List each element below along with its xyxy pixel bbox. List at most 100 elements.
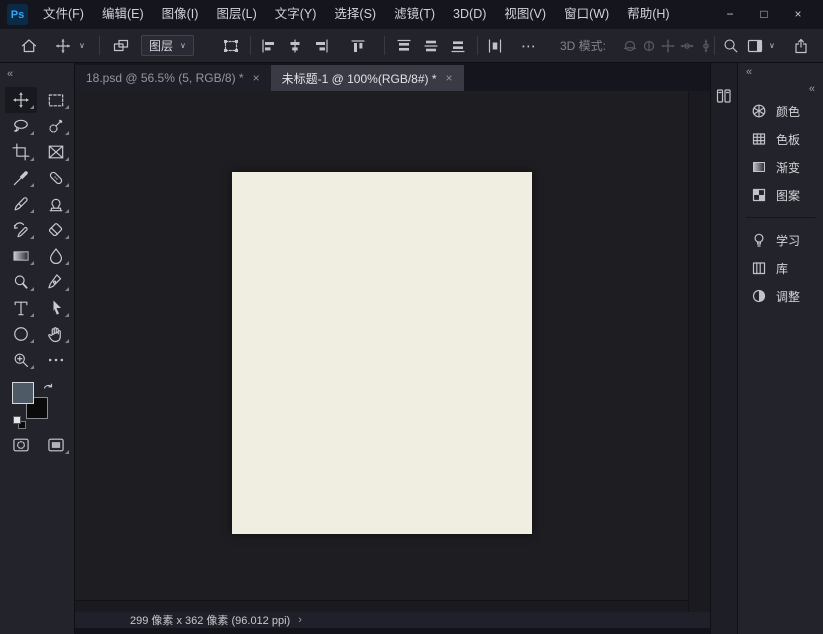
eraser-tool[interactable]: [40, 217, 72, 243]
tool-preset-chevron-icon[interactable]: ∨: [79, 29, 85, 62]
panel-item-gradients[interactable]: 渐变: [738, 153, 823, 181]
zoom-tool-icon: [14, 353, 29, 368]
panel-item-learn[interactable]: 学习: [738, 226, 823, 254]
dock-collapse-chevrons-icon[interactable]: «: [738, 63, 823, 80]
spot-healing-brush-tool[interactable]: [40, 165, 72, 191]
horizontal-scrollbar[interactable]: [75, 600, 688, 612]
menu-window[interactable]: 窗口(W): [555, 0, 618, 29]
align-right-edges-icon: [316, 38, 328, 53]
align-top-edges-button[interactable]: [350, 29, 366, 62]
auto-select-target-dropdown[interactable]: 图层 ∨: [141, 35, 194, 56]
panel-item-patterns[interactable]: 图案: [738, 181, 823, 209]
path-selection-icon: [53, 300, 61, 315]
tab-close-icon[interactable]: ×: [446, 71, 453, 85]
auto-select-toggle[interactable]: [112, 29, 130, 62]
frame-tool[interactable]: [40, 139, 72, 165]
tab-label: 18.psd @ 56.5% (5, RGB/8) *: [86, 71, 244, 85]
path-selection-tool[interactable]: [40, 295, 72, 321]
crop-tool[interactable]: [5, 139, 37, 165]
home-button[interactable]: [20, 29, 38, 62]
3d-slide-button[interactable]: [679, 29, 695, 62]
menu-image[interactable]: 图像(I): [153, 0, 208, 29]
distribute-bottom-edges-button[interactable]: [450, 29, 466, 62]
menu-type[interactable]: 文字(Y): [266, 0, 326, 29]
search-button[interactable]: [722, 29, 739, 62]
panel-item-libraries[interactable]: 库: [738, 254, 823, 282]
clone-stamp-tool[interactable]: [40, 191, 72, 217]
screen-mode-button[interactable]: [40, 432, 72, 458]
panel-item-adjustments[interactable]: 调整: [738, 282, 823, 310]
3d-scale-button[interactable]: [698, 29, 714, 62]
menu-select[interactable]: 选择(S): [325, 0, 385, 29]
gradient-swatch-icon: [753, 162, 765, 172]
quick-mask-button[interactable]: [5, 432, 37, 458]
show-transform-controls-toggle[interactable]: [222, 29, 240, 62]
rectangular-marquee-tool[interactable]: [40, 87, 72, 113]
document-tab-18psd[interactable]: 18.psd @ 56.5% (5, RGB/8) * ×: [75, 65, 271, 91]
maximize-button[interactable]: □: [747, 0, 781, 29]
document-canvas[interactable]: [232, 172, 532, 534]
collapsed-panel-strip: [710, 63, 737, 634]
workspace-switcher[interactable]: ∨: [746, 29, 775, 62]
pen-tool[interactable]: [40, 269, 72, 295]
menu-file[interactable]: 文件(F): [34, 0, 93, 29]
3d-drag-button[interactable]: [660, 29, 676, 62]
tab-close-icon[interactable]: ×: [253, 71, 260, 85]
3d-slide-icon: [680, 42, 694, 49]
panel-group-collapse-chevrons-icon[interactable]: «: [738, 80, 823, 97]
history-brush-tool[interactable]: [5, 217, 37, 243]
eyedropper-tool[interactable]: [5, 165, 37, 191]
lasso-tool[interactable]: [5, 113, 37, 139]
panel-item-color[interactable]: 颜色: [738, 97, 823, 125]
distribute-vertical-centers-icon: [424, 40, 438, 51]
status-bar-chevron-icon[interactable]: ›: [298, 614, 302, 626]
more-align-options-button[interactable]: ⋯: [521, 29, 536, 62]
brush-tool[interactable]: [5, 191, 37, 217]
zoom-tool[interactable]: [5, 347, 37, 373]
distribute-spacing-button[interactable]: [487, 29, 503, 62]
align-right-edges-button[interactable]: [314, 29, 330, 62]
collapse-tools-chevrons-icon[interactable]: «: [0, 63, 74, 87]
distribute-top-edges-icon: [397, 39, 411, 51]
hand-tool[interactable]: [40, 321, 72, 347]
menu-layer[interactable]: 图层(L): [207, 0, 265, 29]
menu-filter[interactable]: 滤镜(T): [385, 0, 444, 29]
menu-3d[interactable]: 3D(D): [444, 0, 495, 29]
options-separator: [99, 36, 100, 55]
blur-tool[interactable]: [40, 243, 72, 269]
share-button[interactable]: [792, 29, 810, 62]
menu-view[interactable]: 视图(V): [495, 0, 555, 29]
distribute-top-edges-button[interactable]: [396, 29, 412, 62]
canvas-pasteboard[interactable]: [75, 91, 710, 612]
ellipse-tool[interactable]: [5, 321, 37, 347]
align-horizontal-centers-button[interactable]: [287, 29, 303, 62]
current-tool-button[interactable]: [54, 29, 72, 62]
frame-tool-icon: [48, 145, 64, 159]
document-tab-untitled-1[interactable]: 未标题-1 @ 100%(RGB/8#) * ×: [270, 65, 464, 91]
align-horizontal-centers-icon: [290, 38, 300, 53]
menu-help[interactable]: 帮助(H): [618, 0, 678, 29]
move-tool[interactable]: [5, 87, 37, 113]
panel-item-label: 色板: [776, 132, 801, 147]
menu-edit[interactable]: 编辑(E): [93, 0, 153, 29]
color-swatches: [12, 382, 56, 430]
close-button[interactable]: ×: [781, 0, 815, 29]
swap-colors-icon[interactable]: [42, 381, 55, 394]
collapsed-panels-icon[interactable]: [715, 87, 733, 105]
align-left-edges-button[interactable]: [260, 29, 276, 62]
3d-orbit-button[interactable]: [622, 29, 638, 62]
share-icon: [795, 38, 807, 53]
dodge-tool[interactable]: [5, 269, 37, 295]
gradient-tool[interactable]: [5, 243, 37, 269]
default-colors-icon[interactable]: [13, 416, 27, 430]
edit-toolbar-button[interactable]: [40, 347, 72, 373]
panel-item-swatches[interactable]: 色板: [738, 125, 823, 153]
eraser-tool-icon: [48, 223, 63, 236]
minimize-button[interactable]: −: [713, 0, 747, 29]
vertical-scrollbar[interactable]: [688, 91, 710, 612]
3d-roll-button[interactable]: [641, 29, 657, 62]
type-tool[interactable]: [5, 295, 37, 321]
distribute-vertical-centers-button[interactable]: [423, 29, 439, 62]
foreground-color-swatch[interactable]: [12, 382, 34, 404]
quick-selection-tool[interactable]: [40, 113, 72, 139]
